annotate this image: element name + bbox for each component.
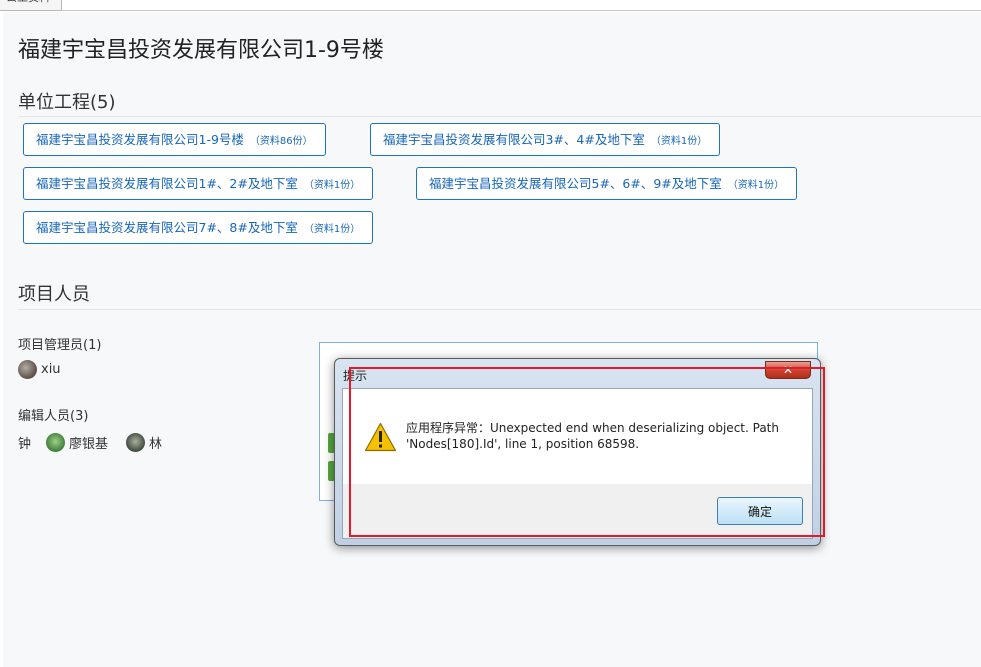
unit-label: 福建宇宝昌投资发展有限公司3#、4#及地下室 xyxy=(383,132,645,147)
unit-label: 福建宇宝昌投资发展有限公司7#、8#及地下室 xyxy=(36,220,298,235)
tab-project-docs[interactable]: 公工资料 xyxy=(0,0,62,11)
member-name: 林 xyxy=(149,437,163,452)
unit-count: （资料1份） xyxy=(303,224,361,235)
unit-count: （资料1份） xyxy=(650,136,708,147)
unit-label: 福建宇宝昌投资发展有限公司5#、6#、9#及地下室 xyxy=(429,176,722,191)
ok-button[interactable]: 确定 xyxy=(717,497,803,525)
avatar xyxy=(18,360,37,379)
editors-title: 编辑人员(3) xyxy=(18,409,89,424)
member-xiu[interactable]: xiu xyxy=(18,360,61,379)
divider xyxy=(18,116,981,117)
member-name: 钟 xyxy=(18,437,32,452)
unit-button-3-4[interactable]: 福建宇宝昌投资发展有限公司3#、4#及地下室 （资料1份） xyxy=(370,123,721,156)
member-zhong[interactable]: 钟 xyxy=(18,433,31,452)
unit-button-5-6-9[interactable]: 福建宇宝昌投资发展有限公司5#、6#、9#及地下室 （资料1份） xyxy=(416,167,798,200)
tab-strip: 公工资料 xyxy=(0,0,981,11)
avatar xyxy=(126,433,145,452)
member-name: 廖银基 xyxy=(69,437,109,452)
dialog-close-button[interactable]: ✕ xyxy=(765,361,811,379)
unit-button-1-9[interactable]: 福建宇宝昌投资发展有限公司1-9号楼 （资料86份） xyxy=(23,123,326,156)
project-page: 福建宇宝昌投资发展有限公司1-9号楼 单位工程(5) 福建宇宝昌投资发展有限公司… xyxy=(3,12,981,667)
error-dialog: 提示 ✕ 应用程序异常：Unexpected end when deserial… xyxy=(334,358,821,546)
managers-title: 项目管理员(1) xyxy=(18,338,102,353)
members-heading: 项目人员 xyxy=(18,284,90,305)
unit-count: （资料1份） xyxy=(303,180,361,191)
warning-icon xyxy=(364,422,397,452)
dialog-message: 应用程序异常：Unexpected end when deserializing… xyxy=(406,421,779,451)
unit-count: （资料86份） xyxy=(249,136,313,147)
page-title: 福建宇宝昌投资发展有限公司1-9号楼 xyxy=(18,38,384,63)
divider xyxy=(18,309,981,310)
unit-button-7-8[interactable]: 福建宇宝昌投资发展有限公司7#、8#及地下室 （资料1份） xyxy=(23,211,374,244)
dialog-body: 应用程序异常：Unexpected end when deserializing… xyxy=(342,388,813,539)
member-liao[interactable]: 廖银基 xyxy=(46,433,108,452)
member-name: xiu xyxy=(41,362,61,377)
unit-count: （资料1份） xyxy=(727,180,785,191)
unit-label: 福建宇宝昌投资发展有限公司1-9号楼 xyxy=(36,132,244,147)
member-lin[interactable]: 林 xyxy=(126,433,162,452)
unit-button-1-2[interactable]: 福建宇宝昌投资发展有限公司1#、2#及地下室 （资料1份） xyxy=(23,167,374,200)
dialog-title: 提示 xyxy=(343,369,368,383)
avatar xyxy=(46,433,65,452)
dialog-message-area: 应用程序异常：Unexpected end when deserializing… xyxy=(343,389,812,484)
unit-label: 福建宇宝昌投资发展有限公司1#、2#及地下室 xyxy=(36,176,298,191)
units-heading: 单位工程(5) xyxy=(18,92,116,113)
